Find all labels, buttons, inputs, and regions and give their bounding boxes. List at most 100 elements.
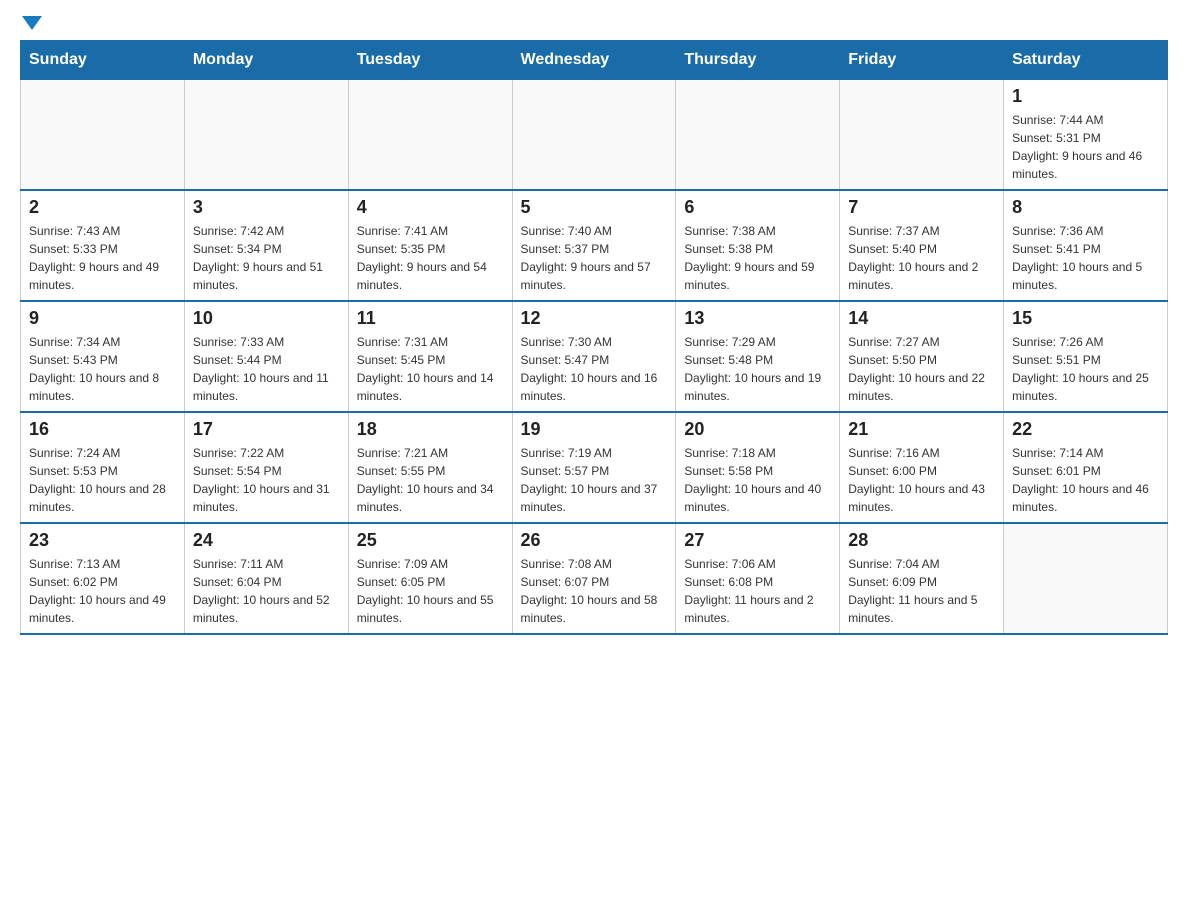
calendar-table: SundayMondayTuesdayWednesdayThursdayFrid… [20, 40, 1168, 635]
day-info: Sunrise: 7:42 AM Sunset: 5:34 PM Dayligh… [193, 222, 340, 294]
day-number: 9 [29, 308, 176, 329]
day-info: Sunrise: 7:24 AM Sunset: 5:53 PM Dayligh… [29, 444, 176, 516]
day-number: 24 [193, 530, 340, 551]
calendar-cell: 19Sunrise: 7:19 AM Sunset: 5:57 PM Dayli… [512, 412, 676, 523]
calendar-cell: 8 Sunrise: 7:36 AM Sunset: 5:41 PM Daylig… [1004, 190, 1168, 301]
day-number: 3 [193, 197, 340, 218]
day-number: 26 [521, 530, 668, 551]
day-number: 18 [357, 419, 504, 440]
calendar-cell: 18 Sunrise: 7:21 AM Sunset: 5:55 PM Dayli… [348, 412, 512, 523]
calendar-cell [676, 80, 840, 191]
day-info: Sunrise: 7:04 AM Sunset: 6:09 PM Dayligh… [848, 555, 995, 627]
day-info: Sunrise: 7:33 AM Sunset: 5:44 PM Dayligh… [193, 333, 340, 405]
calendar-week-row: 2 Sunrise: 7:43 AM Sunset: 5:33 PM Daylig… [21, 190, 1168, 301]
logo [20, 20, 42, 30]
col-header-friday: Friday [840, 41, 1004, 80]
day-number: 4 [357, 197, 504, 218]
calendar-header-row: SundayMondayTuesdayWednesdayThursdayFrid… [21, 41, 1168, 80]
calendar-cell: 2 Sunrise: 7:43 AM Sunset: 5:33 PM Daylig… [21, 190, 185, 301]
day-number: 21 [848, 419, 995, 440]
day-info: Sunrise: 7:27 AM Sunset: 5:50 PM Dayligh… [848, 333, 995, 405]
calendar-cell: 7 Sunrise: 7:37 AM Sunset: 5:40 PM Daylig… [840, 190, 1004, 301]
calendar-cell: 9 Sunrise: 7:34 AM Sunset: 5:43 PM Daylig… [21, 301, 185, 412]
day-number: 17 [193, 419, 340, 440]
day-info: Sunrise: 7:41 AM Sunset: 5:35 PM Dayligh… [357, 222, 504, 294]
day-info: Sunrise: 7:36 AM Sunset: 5:41 PM Dayligh… [1012, 222, 1159, 294]
day-info: Sunrise: 7:11 AM Sunset: 6:04 PM Dayligh… [193, 555, 340, 627]
calendar-cell: 16 Sunrise: 7:24 AM Sunset: 5:53 PM Dayli… [21, 412, 185, 523]
day-info: Sunrise: 7:44 AM Sunset: 5:31 PM Dayligh… [1012, 111, 1159, 183]
day-info: Sunrise: 7:30 AM Sunset: 5:47 PM Dayligh… [521, 333, 668, 405]
calendar-cell: 27 Sunrise: 7:06 AM Sunset: 6:08 PM Dayli… [676, 523, 840, 634]
day-info: Sunrise: 7:26 AM Sunset: 5:51 PM Dayligh… [1012, 333, 1159, 405]
day-number: 25 [357, 530, 504, 551]
day-number: 2 [29, 197, 176, 218]
day-number: 7 [848, 197, 995, 218]
calendar-cell: 13Sunrise: 7:29 AM Sunset: 5:48 PM Dayli… [676, 301, 840, 412]
day-number: 8 [1012, 197, 1159, 218]
calendar-cell: 21 Sunrise: 7:16 AM Sunset: 6:00 PM Dayli… [840, 412, 1004, 523]
calendar-cell [512, 80, 676, 191]
day-number: 23 [29, 530, 176, 551]
day-number: 16 [29, 419, 176, 440]
col-header-thursday: Thursday [676, 41, 840, 80]
calendar-cell: 17 Sunrise: 7:22 AM Sunset: 5:54 PM Dayli… [184, 412, 348, 523]
calendar-cell: 1 Sunrise: 7:44 AM Sunset: 5:31 PM Daylig… [1004, 80, 1168, 191]
calendar-cell: 11 Sunrise: 7:31 AM Sunset: 5:45 PM Dayli… [348, 301, 512, 412]
calendar-week-row: 16 Sunrise: 7:24 AM Sunset: 5:53 PM Dayli… [21, 412, 1168, 523]
calendar-cell: 5 Sunrise: 7:40 AM Sunset: 5:37 PM Daylig… [512, 190, 676, 301]
calendar-cell: 20 Sunrise: 7:18 AM Sunset: 5:58 PM Dayli… [676, 412, 840, 523]
page-header [20, 20, 1168, 30]
col-header-tuesday: Tuesday [348, 41, 512, 80]
calendar-cell: 25 Sunrise: 7:09 AM Sunset: 6:05 PM Dayli… [348, 523, 512, 634]
day-info: Sunrise: 7:06 AM Sunset: 6:08 PM Dayligh… [684, 555, 831, 627]
day-info: Sunrise: 7:31 AM Sunset: 5:45 PM Dayligh… [357, 333, 504, 405]
col-header-wednesday: Wednesday [512, 41, 676, 80]
calendar-cell: 23 Sunrise: 7:13 AM Sunset: 6:02 PM Dayli… [21, 523, 185, 634]
calendar-cell [184, 80, 348, 191]
day-info: Sunrise: 7:16 AM Sunset: 6:00 PM Dayligh… [848, 444, 995, 516]
calendar-cell: 15 Sunrise: 7:26 AM Sunset: 5:51 PM Dayli… [1004, 301, 1168, 412]
col-header-monday: Monday [184, 41, 348, 80]
day-number: 22 [1012, 419, 1159, 440]
day-info: Sunrise: 7:22 AM Sunset: 5:54 PM Dayligh… [193, 444, 340, 516]
col-header-sunday: Sunday [21, 41, 185, 80]
day-number: 12 [521, 308, 668, 329]
col-header-saturday: Saturday [1004, 41, 1168, 80]
day-number: 10 [193, 308, 340, 329]
calendar-week-row: 1 Sunrise: 7:44 AM Sunset: 5:31 PM Daylig… [21, 80, 1168, 191]
day-info: Sunrise: 7:13 AM Sunset: 6:02 PM Dayligh… [29, 555, 176, 627]
day-number: 28 [848, 530, 995, 551]
day-info: Sunrise: 7:18 AM Sunset: 5:58 PM Dayligh… [684, 444, 831, 516]
day-number: 14 [848, 308, 995, 329]
day-info: Sunrise: 7:43 AM Sunset: 5:33 PM Dayligh… [29, 222, 176, 294]
day-info: Sunrise: 7:40 AM Sunset: 5:37 PM Dayligh… [521, 222, 668, 294]
calendar-week-row: 9 Sunrise: 7:34 AM Sunset: 5:43 PM Daylig… [21, 301, 1168, 412]
day-info: Sunrise: 7:09 AM Sunset: 6:05 PM Dayligh… [357, 555, 504, 627]
day-number: 1 [1012, 86, 1159, 107]
day-info: Sunrise: 7:29 AM Sunset: 5:48 PM Dayligh… [684, 333, 831, 405]
calendar-cell: 3 Sunrise: 7:42 AM Sunset: 5:34 PM Daylig… [184, 190, 348, 301]
day-info: Sunrise: 7:21 AM Sunset: 5:55 PM Dayligh… [357, 444, 504, 516]
calendar-cell: 22 Sunrise: 7:14 AM Sunset: 6:01 PM Dayli… [1004, 412, 1168, 523]
calendar-cell [840, 80, 1004, 191]
calendar-cell [348, 80, 512, 191]
day-info: Sunrise: 7:34 AM Sunset: 5:43 PM Dayligh… [29, 333, 176, 405]
day-number: 11 [357, 308, 504, 329]
calendar-cell: 12 Sunrise: 7:30 AM Sunset: 5:47 PM Dayli… [512, 301, 676, 412]
calendar-week-row: 23 Sunrise: 7:13 AM Sunset: 6:02 PM Dayli… [21, 523, 1168, 634]
day-info: Sunrise: 7:37 AM Sunset: 5:40 PM Dayligh… [848, 222, 995, 294]
logo-triangle-icon [22, 16, 42, 30]
day-number: 27 [684, 530, 831, 551]
calendar-cell: 6Sunrise: 7:38 AM Sunset: 5:38 PM Daylig… [676, 190, 840, 301]
day-info: Sunrise: 7:14 AM Sunset: 6:01 PM Dayligh… [1012, 444, 1159, 516]
day-info: Sunrise: 7:38 AM Sunset: 5:38 PM Dayligh… [684, 222, 831, 294]
calendar-cell: 14 Sunrise: 7:27 AM Sunset: 5:50 PM Dayli… [840, 301, 1004, 412]
day-info: Sunrise: 7:19 AM Sunset: 5:57 PM Dayligh… [521, 444, 668, 516]
calendar-cell: 10 Sunrise: 7:33 AM Sunset: 5:44 PM Dayli… [184, 301, 348, 412]
calendar-cell: 24 Sunrise: 7:11 AM Sunset: 6:04 PM Dayli… [184, 523, 348, 634]
day-number: 5 [521, 197, 668, 218]
day-info: Sunrise: 7:08 AM Sunset: 6:07 PM Dayligh… [521, 555, 668, 627]
day-number: 15 [1012, 308, 1159, 329]
day-number: 20 [684, 419, 831, 440]
